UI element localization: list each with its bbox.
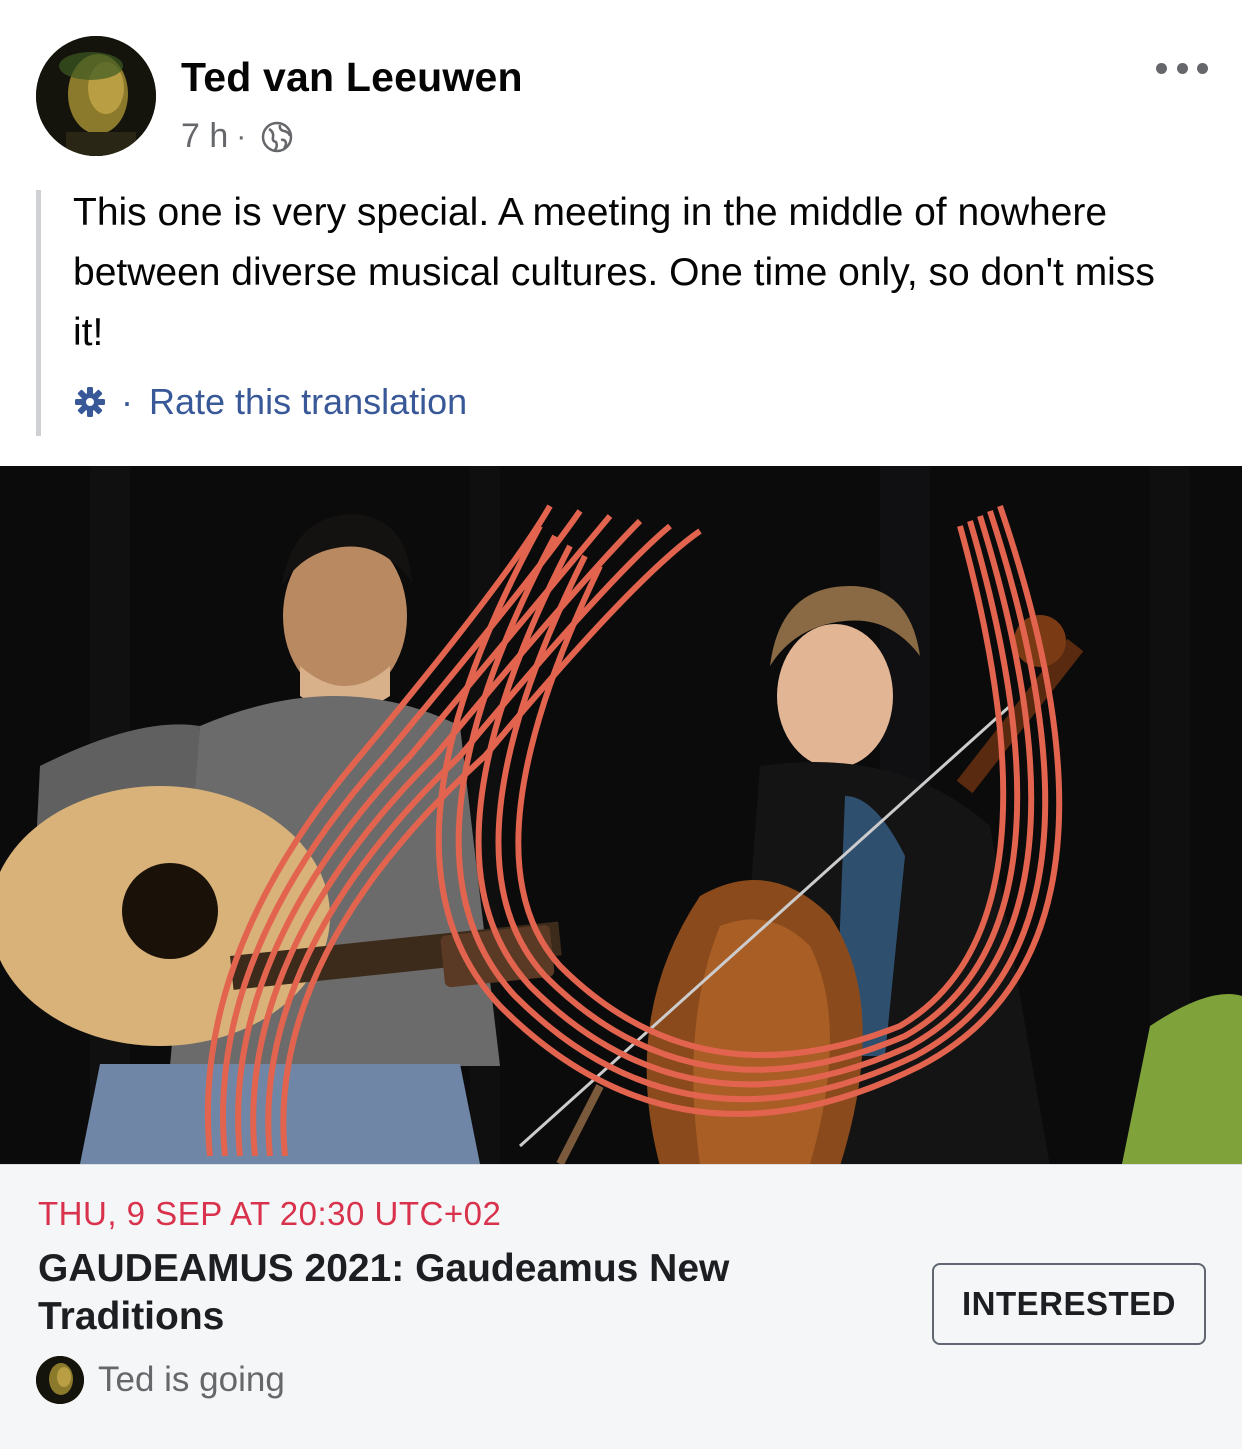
event-card[interactable]: THU, 9 SEP AT 20:30 UTC+02 GAUDEAMUS 202… [0,1164,1242,1449]
more-horizontal-icon [1156,62,1167,74]
author-name[interactable]: Ted van Leeuwen [181,54,523,101]
friend-avatar[interactable] [36,1356,84,1404]
gear-icon[interactable] [73,385,107,419]
post-meta: 7 h · [181,117,294,156]
translated-post-text: This one is very special. A meeting in t… [36,190,1186,436]
translation-row: · Rate this translation [73,381,1186,423]
more-options-button[interactable] [1156,58,1208,78]
going-row: Ted is going [36,1356,285,1404]
post-card: Ted van Leeuwen 7 h · This one is very s… [0,0,1242,1449]
post-time[interactable]: 7 h [181,117,228,156]
meta-separator: · [236,119,247,153]
rate-translation-link[interactable]: Rate this translation [149,381,467,423]
event-title[interactable]: GAUDEAMUS 2021: Gaudeamus New Traditions [38,1245,888,1341]
going-text: Ted is going [98,1360,285,1399]
author-avatar[interactable] [36,36,156,156]
interested-button[interactable]: INTERESTED [932,1263,1206,1345]
musicians-photo [0,466,1242,1164]
globe-icon [262,121,293,152]
translation-separator: · [121,381,133,422]
event-cover-photo[interactable] [0,466,1242,1164]
post-text: This one is very special. A meeting in t… [73,191,1155,354]
event-date: THU, 9 SEP AT 20:30 UTC+02 [38,1195,502,1232]
